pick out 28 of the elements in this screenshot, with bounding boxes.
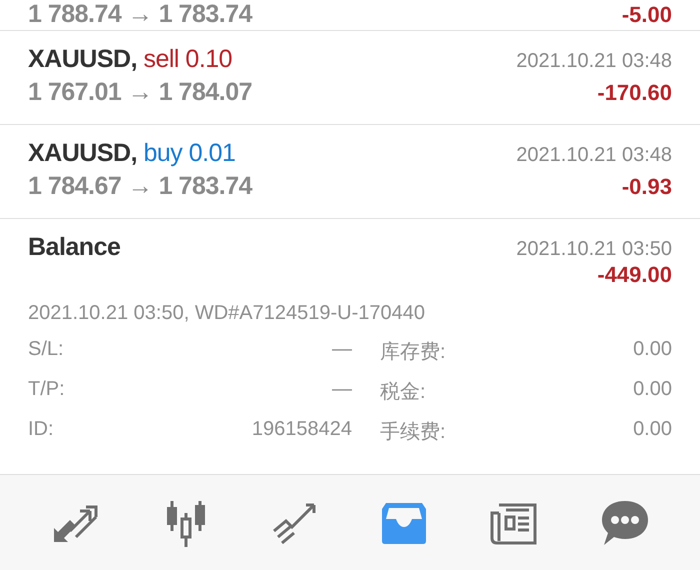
trade-profit: -170.60 [597, 80, 672, 106]
trade-profit: -0.93 [622, 174, 672, 200]
detail-value: 0.00 [632, 378, 672, 402]
detail-label: 手续费: [379, 420, 447, 445]
trade-title: XAUUSD, sell 0.10 [28, 45, 232, 74]
trade-prices: 1 788.74 → 1 783.74 [28, 0, 252, 29]
balance-comment: 2021.10.21 03:50, WD#A7124519-U-170440 [28, 302, 426, 325]
trade-time: 2021.10.21 03:48 [516, 50, 672, 73]
detail-value: — [332, 378, 352, 402]
detail-label: ID: [28, 418, 55, 442]
trade-prices: 1 767.01 → 1 784.07 [28, 78, 252, 107]
detail-label: S/L: [28, 338, 65, 362]
detail-value: 196158424 [252, 418, 352, 442]
detail-value: 0.00 [632, 418, 672, 442]
trade-profit: -5.00 [622, 2, 672, 28]
detail-label: 税金: [379, 380, 427, 405]
chat-icon [600, 498, 650, 546]
balance-title: Balance [28, 233, 120, 262]
trade-title: XAUUSD, buy 0.01 [28, 139, 236, 168]
balance-amount: -449.00 [597, 262, 672, 288]
detail-label: T/P: [28, 378, 66, 402]
detail-value: — [332, 338, 352, 362]
detail-value: 0.00 [632, 338, 672, 362]
trade-time: 2021.10.21 03:48 [516, 144, 672, 167]
trade-prices: 1 784.67 → 1 783.74 [28, 172, 252, 201]
detail-label: 库存费: [379, 340, 447, 365]
inbox-icon [380, 500, 428, 544]
balance-time: 2021.10.21 03:50 [516, 238, 672, 261]
